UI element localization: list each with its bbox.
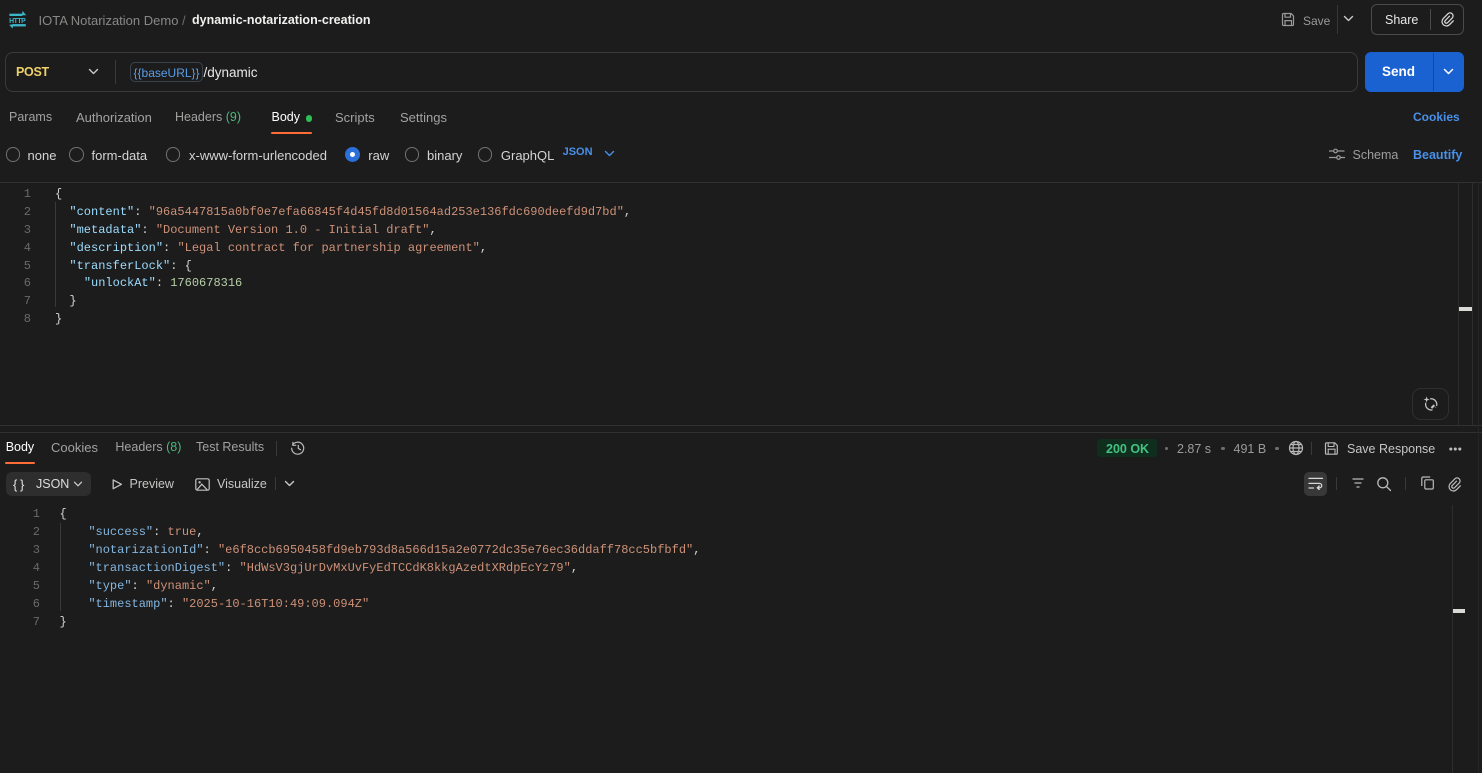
svg-text:HTTP: HTTP	[9, 18, 26, 25]
